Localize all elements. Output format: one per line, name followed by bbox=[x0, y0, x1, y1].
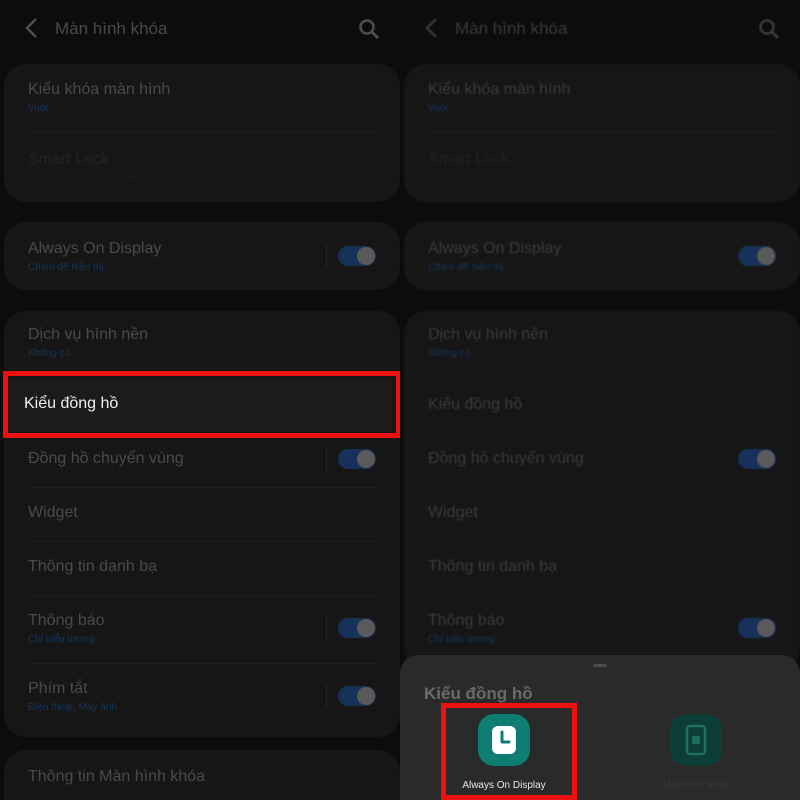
sheet-title: Kiểu đồng hồ bbox=[424, 684, 533, 703]
setting-smart-lock[interactable]: Smart Lock Giữ thiết bị mở khóa khi đang… bbox=[28, 151, 203, 183]
about-card: Thông tin Màn hình khóa bbox=[4, 750, 400, 800]
back-arrow-icon[interactable] bbox=[422, 15, 442, 41]
setting-clock-style[interactable]: Kiểu đồng hồ bbox=[428, 396, 522, 414]
roaming-clock-toggle[interactable] bbox=[338, 449, 376, 469]
setting-wallpaper-service[interactable]: Dịch vụ hình nền Không có bbox=[28, 326, 148, 359]
highlight-box-always-on-display bbox=[441, 703, 577, 800]
setting-always-on-display[interactable]: Always On Display Chạm để hiển thị bbox=[28, 240, 161, 273]
setting-roaming-clock[interactable]: Đồng hồ chuyển vùng bbox=[28, 450, 184, 468]
divider bbox=[28, 541, 380, 542]
app-bar: Màn hình khóa bbox=[0, 0, 400, 58]
setting-shortcuts[interactable]: Phím tắt Điện thoại, Máy ảnh bbox=[28, 680, 117, 713]
divider bbox=[428, 132, 780, 133]
setting-lock-type[interactable]: Kiểu khóa màn hình Vuốt bbox=[428, 81, 570, 114]
divider bbox=[326, 446, 327, 472]
search-icon[interactable] bbox=[757, 17, 781, 41]
back-arrow-icon[interactable] bbox=[22, 15, 42, 41]
divider bbox=[28, 595, 380, 596]
setting-roaming-clock[interactable]: Đồng hồ chuyển vùng bbox=[428, 450, 584, 468]
setting-widgets[interactable]: Widget bbox=[428, 504, 478, 522]
setting-always-on-display[interactable]: Always On Display Chạm để hiển thị bbox=[428, 240, 561, 273]
divider bbox=[326, 615, 327, 641]
lock-screen-icon bbox=[670, 714, 722, 766]
setting-smart-lock[interactable]: Smart Lock Giữ thiết bị mở khóa khi đang… bbox=[428, 151, 603, 183]
setting-contact-info[interactable]: Thông tin danh bạ bbox=[28, 558, 157, 576]
aod-toggle[interactable] bbox=[738, 246, 776, 266]
divider bbox=[28, 487, 380, 488]
search-icon[interactable] bbox=[357, 17, 381, 41]
shortcuts-toggle[interactable] bbox=[338, 686, 376, 706]
page-title: Màn hình khóa bbox=[455, 19, 568, 38]
security-card: Kiểu khóa màn hình Vuốt Smart Lock Giữ t… bbox=[4, 64, 400, 202]
sheet-drag-handle[interactable] bbox=[593, 664, 607, 667]
divider bbox=[28, 663, 380, 664]
notifications-toggle[interactable] bbox=[738, 618, 776, 638]
divider bbox=[326, 683, 327, 709]
setting-notifications[interactable]: Thông báo Chỉ biểu tượng bbox=[28, 612, 105, 645]
aod-card: Always On Display Chạm để hiển thị bbox=[404, 222, 800, 290]
highlight-box-clock-style bbox=[3, 371, 400, 438]
lock-screen-settings-dimmed: Màn hình khóa Kiểu khóa màn hình Vuốt Sm… bbox=[0, 0, 400, 800]
display-card: Dịch vụ hình nền Không có Kiểu đồng hồ Đ… bbox=[404, 311, 800, 671]
setting-notifications[interactable]: Thông báo Chỉ biểu tượng bbox=[428, 612, 505, 645]
setting-about-lock-screen[interactable]: Thông tin Màn hình khóa bbox=[28, 768, 205, 786]
security-card: Kiểu khóa màn hình Vuốt Smart Lock Giữ t… bbox=[404, 64, 800, 202]
setting-wallpaper-service[interactable]: Dịch vụ hình nền Không có bbox=[428, 326, 548, 359]
aod-card: Always On Display Chạm để hiển thị bbox=[4, 222, 400, 290]
aod-toggle[interactable] bbox=[338, 246, 376, 266]
divider bbox=[28, 132, 380, 133]
roaming-clock-toggle[interactable] bbox=[738, 449, 776, 469]
app-bar: Màn hình khóa bbox=[400, 0, 800, 58]
notifications-toggle[interactable] bbox=[338, 618, 376, 638]
setting-lock-type[interactable]: Kiểu khóa màn hình Vuốt bbox=[28, 81, 170, 114]
page-title: Màn hình khóa bbox=[55, 19, 168, 38]
divider bbox=[326, 243, 327, 269]
lock-screen-settings-with-sheet: Màn hình khóa Kiểu khóa màn hình Vuốt Sm… bbox=[400, 0, 800, 800]
setting-widgets[interactable]: Widget bbox=[28, 504, 78, 522]
setting-contact-info[interactable]: Thông tin danh bạ bbox=[428, 558, 557, 576]
